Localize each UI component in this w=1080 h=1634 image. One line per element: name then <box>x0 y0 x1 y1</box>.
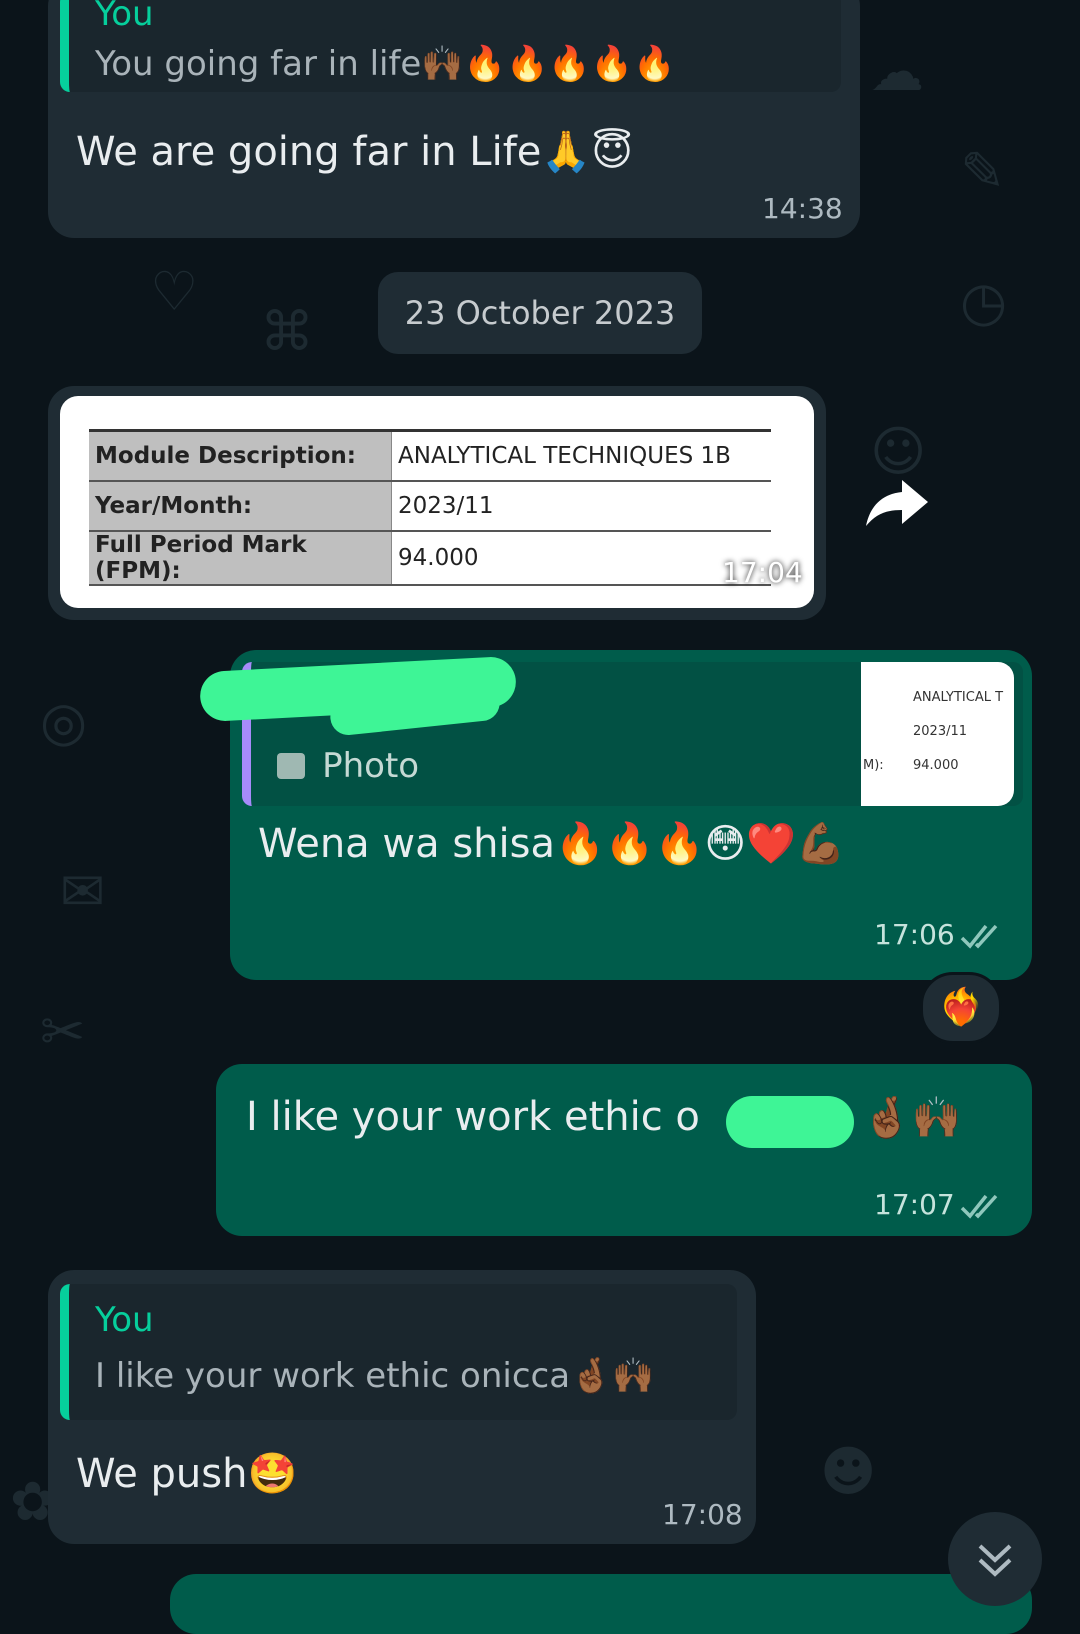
message-text: Wena wa shisa🔥🔥🔥😳❤️💪🏾 <box>258 821 846 867</box>
photo-icon <box>277 753 305 779</box>
message-reaction[interactable]: ❤️‍🔥 <box>920 972 1002 1044</box>
results-screenshot[interactable]: Module Description: ANALYTICAL TECHNIQUE… <box>60 396 814 608</box>
table-label: Full Period Mark (FPM): <box>89 531 392 586</box>
date-separator: 23 October 2023 <box>378 272 702 354</box>
table-row: Year/Month: 2023/11 <box>89 481 771 532</box>
table-value: 94.000 <box>391 531 771 586</box>
quoted-message[interactable]: You You going far in life🙌🏾🔥🔥🔥🔥🔥 <box>60 0 841 92</box>
incoming-image-bubble[interactable]: Module Description: ANALYTICAL TECHNIQUE… <box>48 386 826 620</box>
message-time: 14:38 <box>762 192 843 225</box>
table-label: Module Description: <box>89 429 392 482</box>
photo-thumbnail: ANALYTICAL T 2023/11 94.000 M): <box>861 662 1014 806</box>
quoted-text: You going far in life🙌🏾🔥🔥🔥🔥🔥 <box>95 44 676 84</box>
quoted-sender: You <box>95 0 154 34</box>
message-text: I like your work ethic o <box>246 1094 700 1140</box>
quoted-photo-type: Photo <box>322 746 420 786</box>
image-time: 17:04 <box>722 556 803 589</box>
redaction-mark <box>726 1096 854 1148</box>
quoted-sender: You <box>95 1300 154 1340</box>
photo-label: Photo <box>277 746 419 786</box>
forward-icon <box>866 480 928 526</box>
scroll-down-button[interactable] <box>948 1512 1042 1606</box>
thumbnail-key: M): <box>863 758 884 773</box>
quoted-text: I like your work ethic onicca🤞🏾🙌🏾 <box>95 1356 655 1396</box>
forward-button[interactable] <box>858 468 938 538</box>
message-time: 17:07 <box>874 1188 955 1221</box>
message-text: We are going far in Life🙏😇 <box>76 129 633 175</box>
outgoing-message-bubble[interactable] <box>170 1574 1032 1634</box>
incoming-message-bubble[interactable]: You I like your work ethic onicca🤞🏾🙌🏾 We… <box>48 1270 756 1544</box>
thumbnail-text: ANALYTICAL T <box>913 690 1004 705</box>
table-row: Full Period Mark (FPM): 94.000 <box>89 531 771 586</box>
message-time: 17:08 <box>662 1498 743 1531</box>
incoming-message-bubble[interactable]: You You going far in life🙌🏾🔥🔥🔥🔥🔥 We are … <box>48 0 860 238</box>
double-check-icon <box>960 1194 998 1219</box>
table-label: Year/Month: <box>89 481 392 532</box>
results-table: Module Description: ANALYTICAL TECHNIQUE… <box>89 429 771 586</box>
table-row: Module Description: ANALYTICAL TECHNIQUE… <box>89 429 771 482</box>
thumbnail-text: 2023/11 <box>913 724 968 739</box>
message-time: 17:06 <box>874 918 955 951</box>
outgoing-message-bubble[interactable]: I like your work ethic o 🤞🏾🙌🏾 17:07 <box>216 1064 1032 1236</box>
table-value: 2023/11 <box>391 481 771 532</box>
message-emoji: 🤞🏾🙌🏾 <box>862 1095 962 1141</box>
quoted-message[interactable]: You I like your work ethic onicca🤞🏾🙌🏾 <box>60 1284 737 1420</box>
message-text: We push🤩 <box>76 1451 298 1497</box>
thumbnail-text: 94.000 <box>913 758 959 773</box>
double-check-icon <box>960 924 998 949</box>
scroll-down-icon <box>978 1544 1012 1577</box>
table-value: ANALYTICAL TECHNIQUES 1B <box>391 429 771 482</box>
